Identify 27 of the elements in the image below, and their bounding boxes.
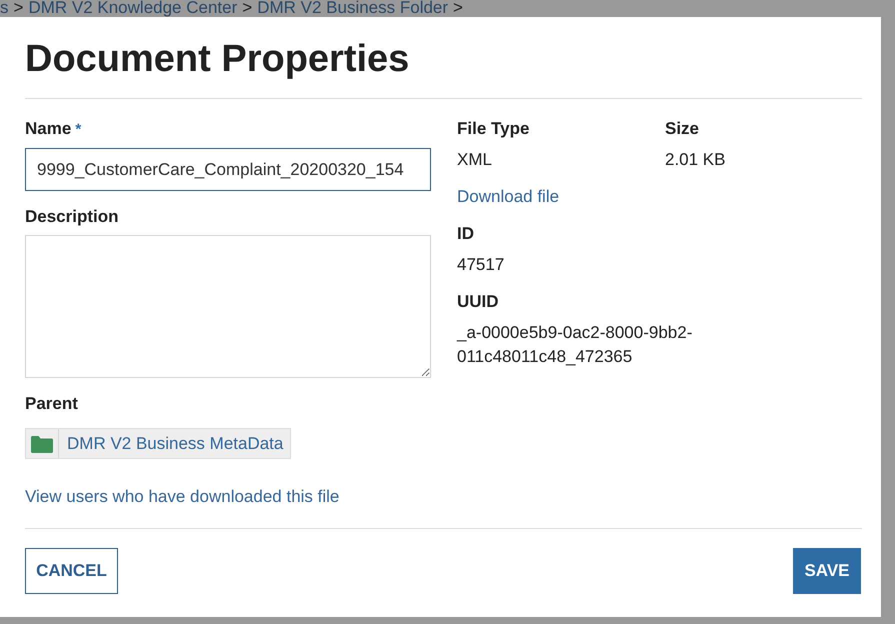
required-mark: * <box>75 120 82 140</box>
folder-icon <box>31 434 53 452</box>
breadcrumb-link[interactable]: DMR V2 Knowledge Center <box>28 0 238 16</box>
dialog-title: Document Properties <box>25 37 410 81</box>
breadcrumb-separator: > <box>14 0 24 16</box>
property-label: UUID <box>457 291 499 313</box>
description-field[interactable] <box>25 235 431 378</box>
breadcrumb-separator: > <box>453 0 463 16</box>
property-value: _a-0000e5b9-0ac2-8000-9bb2-011c48011c48_472365 <box>457 322 694 368</box>
name-field[interactable]: 9999_CustomerCare_Complaint_20200320_154 <box>25 148 431 191</box>
property-value: 47517 <box>457 254 504 276</box>
property-value: 2.01 KB <box>665 149 726 171</box>
download-file-link[interactable]: Download file <box>457 185 560 209</box>
breadcrumb-link[interactable]: s <box>0 0 8 16</box>
field-label: Name <box>25 118 72 140</box>
field-label: Description <box>25 207 119 226</box>
breadcrumb-link[interactable]: DMR V2 Business Folder <box>257 0 448 16</box>
property-label: Size <box>665 118 700 140</box>
property-value: XML <box>457 149 492 171</box>
cancel-button[interactable]: CANCEL <box>25 548 118 594</box>
field-label: Parent <box>25 394 78 413</box>
view-downloads-link[interactable]: View users who have downloaded this file <box>25 485 340 509</box>
parent-folder-link[interactable]: DMR V2 Business MetaData <box>25 428 292 459</box>
property-label: File Type <box>457 118 530 140</box>
save-button[interactable]: SAVE <box>793 548 861 594</box>
property-label: ID <box>457 223 474 245</box>
breadcrumb-separator: > <box>242 0 252 16</box>
